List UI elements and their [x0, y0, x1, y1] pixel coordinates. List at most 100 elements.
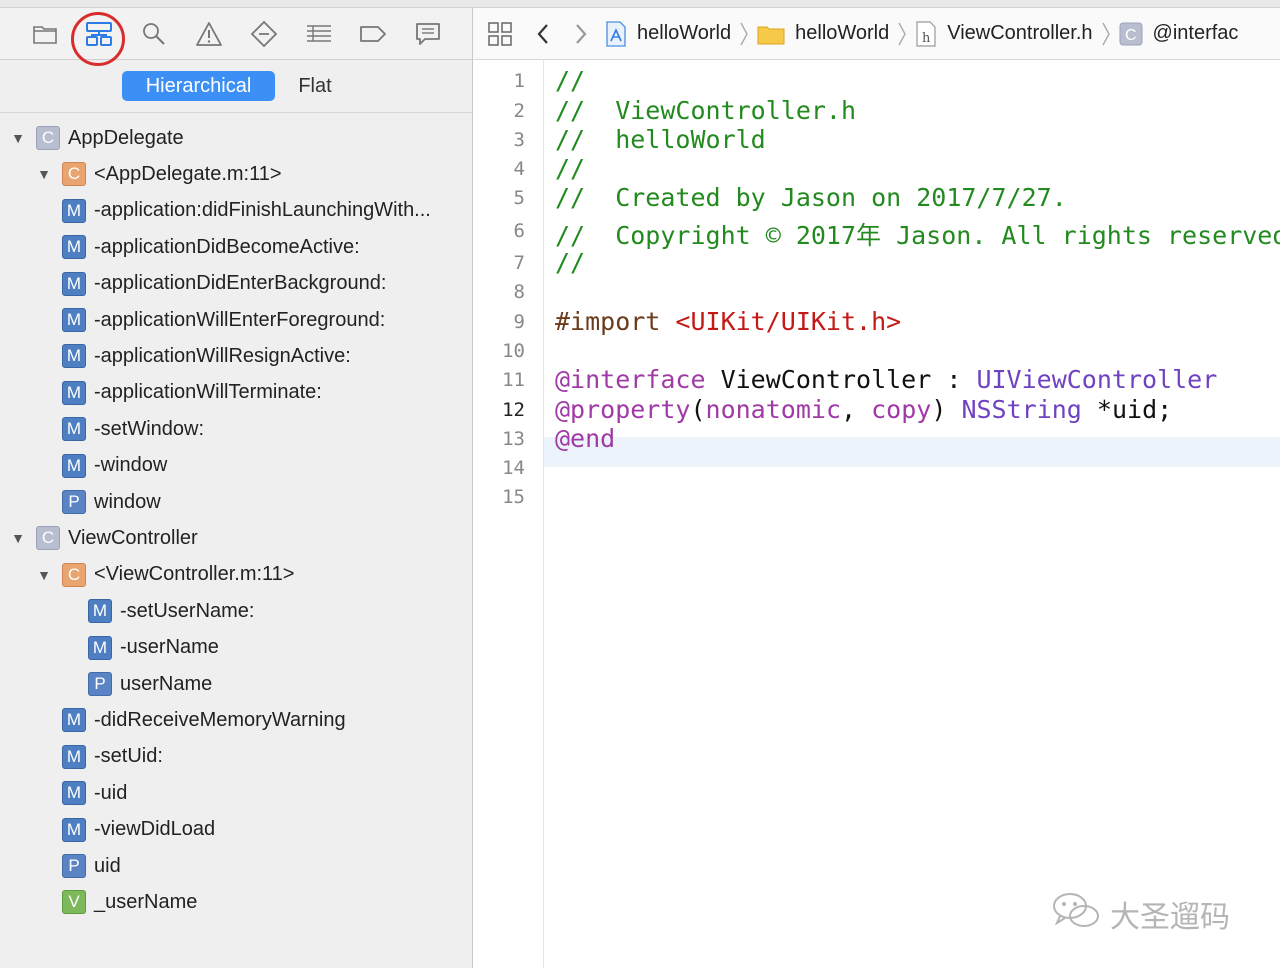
symbol-kind-icon: P: [88, 672, 112, 696]
jump-bar-item[interactable]: helloWorld: [757, 22, 889, 45]
forward-arrow-icon[interactable]: [573, 22, 589, 46]
symbol-kind-icon: M: [88, 635, 112, 660]
code-line: #import <UIKit/UIKit.h>: [555, 307, 901, 336]
code-line: @property(nonatomic, copy) NSString *uid…: [555, 395, 1172, 424]
line-number: 7: [513, 252, 525, 274]
debug-list-icon[interactable]: [304, 19, 334, 49]
svg-text:h: h: [922, 31, 931, 46]
chevron-right-icon: [897, 21, 907, 47]
code-line: // ViewController.h: [555, 96, 856, 125]
flat-tab[interactable]: Flat: [280, 71, 350, 101]
symbol-kind-icon: M: [62, 380, 86, 405]
class-icon: C: [1119, 22, 1143, 46]
tree-row[interactable]: M -applicationDidEnterBackground:: [62, 266, 386, 302]
tree-row-label: -applicationWillTerminate:: [94, 381, 322, 404]
code-token: //: [555, 154, 586, 183]
disclosure-triangle-icon[interactable]: ▼: [36, 567, 52, 583]
tree-row[interactable]: M -applicationDidBecomeActive:: [62, 229, 360, 265]
line-number: 2: [513, 100, 525, 122]
code-line: //: [555, 66, 585, 95]
code-line: // helloWorld: [555, 125, 766, 154]
code-token: // Copyright © 2017年 Jason. All rights r…: [555, 221, 1280, 250]
disclosure-triangle-icon[interactable]: ▼: [10, 530, 26, 546]
code-line: //: [555, 154, 585, 183]
window-top-edge: [0, 0, 1280, 8]
tree-row[interactable]: M -setUserName:: [88, 593, 254, 629]
tree-row-label: -setUserName:: [120, 599, 255, 622]
symbol-kind-icon: V: [62, 890, 86, 915]
line-number: 1: [513, 70, 525, 92]
code-token: ViewController :: [705, 365, 977, 394]
tree-row[interactable]: M -applicationWillEnterForeground:: [62, 302, 385, 338]
highlight-circle: [71, 12, 125, 66]
jump-bar: helloWorld helloWorld h ViewController.h C @i…: [473, 8, 1280, 60]
tree-row[interactable]: M -setUid:: [62, 739, 163, 775]
code-token: ): [931, 395, 962, 424]
header-file-icon: h: [915, 20, 937, 47]
disclosure-triangle-icon[interactable]: ▼: [10, 130, 26, 146]
jump-bar-item[interactable]: C @interfac: [1119, 22, 1238, 46]
tree-row[interactable]: M -window: [62, 448, 167, 484]
code-token: // ViewController.h: [555, 96, 857, 125]
tree-row[interactable]: M -didReceiveMemoryWarning: [62, 702, 346, 738]
code-token: //: [555, 248, 586, 277]
report-icon[interactable]: [413, 19, 443, 49]
code-token: //: [555, 66, 586, 95]
back-arrow-icon[interactable]: [535, 22, 551, 46]
tree-row-label: -applicationWillResignActive:: [94, 344, 351, 367]
tree-row[interactable]: M -setWindow:: [62, 411, 204, 447]
tree-row[interactable]: PuserName: [88, 666, 212, 702]
tree-row[interactable]: Puid: [62, 848, 121, 884]
folder-icon[interactable]: [30, 19, 60, 49]
code-token: // helloWorld: [555, 125, 766, 154]
symbol-kind-icon: P: [62, 490, 86, 514]
tree-row-label: AppDelegate: [68, 126, 184, 149]
tree-row-label: window: [94, 490, 161, 513]
hierarchical-tab[interactable]: Hierarchical: [122, 71, 275, 101]
tree-row[interactable]: Pwindow: [62, 484, 161, 520]
jump-bar-label: ViewController.h: [947, 22, 1093, 44]
symbol-kind-icon: M: [62, 271, 86, 296]
related-items-icon[interactable]: [487, 21, 513, 47]
code-line: @interface ViewController : UIViewContro…: [555, 365, 1217, 394]
code-token: UIViewController: [976, 365, 1218, 394]
breakpoint-icon[interactable]: [358, 19, 388, 49]
tree-row[interactable]: ▼ C <AppDelegate.m:11>: [36, 156, 282, 192]
warning-icon[interactable]: [194, 19, 224, 49]
tree-row-label: -applicationDidBecomeActive:: [94, 235, 360, 258]
chevron-right-icon: [1101, 21, 1111, 47]
symbol-kind-icon: C: [62, 162, 86, 187]
code-token: nonatomic: [705, 395, 841, 424]
line-number: 11: [502, 369, 525, 391]
tree-row[interactable]: ▼ C ViewController: [10, 520, 198, 556]
jump-bar-item[interactable]: h ViewController.h: [915, 20, 1093, 47]
tree-row[interactable]: M -viewDidLoad: [62, 812, 215, 848]
tree-row-label: userName: [120, 672, 213, 695]
tree-row[interactable]: M -applicationWillResignActive:: [62, 338, 351, 374]
tree-row[interactable]: ▼ C <ViewController.m:11>: [36, 557, 294, 593]
svg-text:C: C: [1125, 27, 1137, 44]
line-number: 13: [502, 428, 525, 450]
symbol-kind-icon: M: [88, 599, 112, 624]
test-diamond-icon[interactable]: [249, 19, 279, 49]
symbol-navigator: Hierarchical Flat ▼ C AppDelegate ▼ C <AppDel…: [0, 8, 473, 968]
search-icon[interactable]: [139, 19, 169, 49]
hierarchy-toggle: Hierarchical Flat: [0, 60, 472, 113]
tree-row[interactable]: V _userName: [62, 884, 197, 920]
code-token: ,: [841, 395, 872, 424]
tree-row-label: ViewController: [68, 526, 198, 549]
tree-row[interactable]: M -uid: [62, 775, 127, 811]
tree-row[interactable]: M -userName: [88, 630, 219, 666]
tree-row[interactable]: ▼ C AppDelegate: [10, 120, 184, 156]
symbol-kind-icon: C: [62, 562, 86, 587]
watermark-text: 大圣遛码: [1110, 901, 1230, 934]
tree-row[interactable]: M -applicationWillTerminate:: [62, 375, 322, 411]
line-number: 4: [513, 158, 525, 180]
tree-row-label: -window: [94, 454, 168, 477]
disclosure-triangle-icon[interactable]: ▼: [36, 166, 52, 182]
code-token: #import: [555, 307, 676, 336]
jump-bar-item[interactable]: helloWorld: [605, 20, 731, 47]
navigator-toolbar: [0, 8, 472, 66]
tree-row[interactable]: M -application:didFinishLaunchingWith...: [62, 193, 431, 229]
code-text-area[interactable]: //// ViewController.h// helloWorld//// C…: [544, 60, 1280, 968]
